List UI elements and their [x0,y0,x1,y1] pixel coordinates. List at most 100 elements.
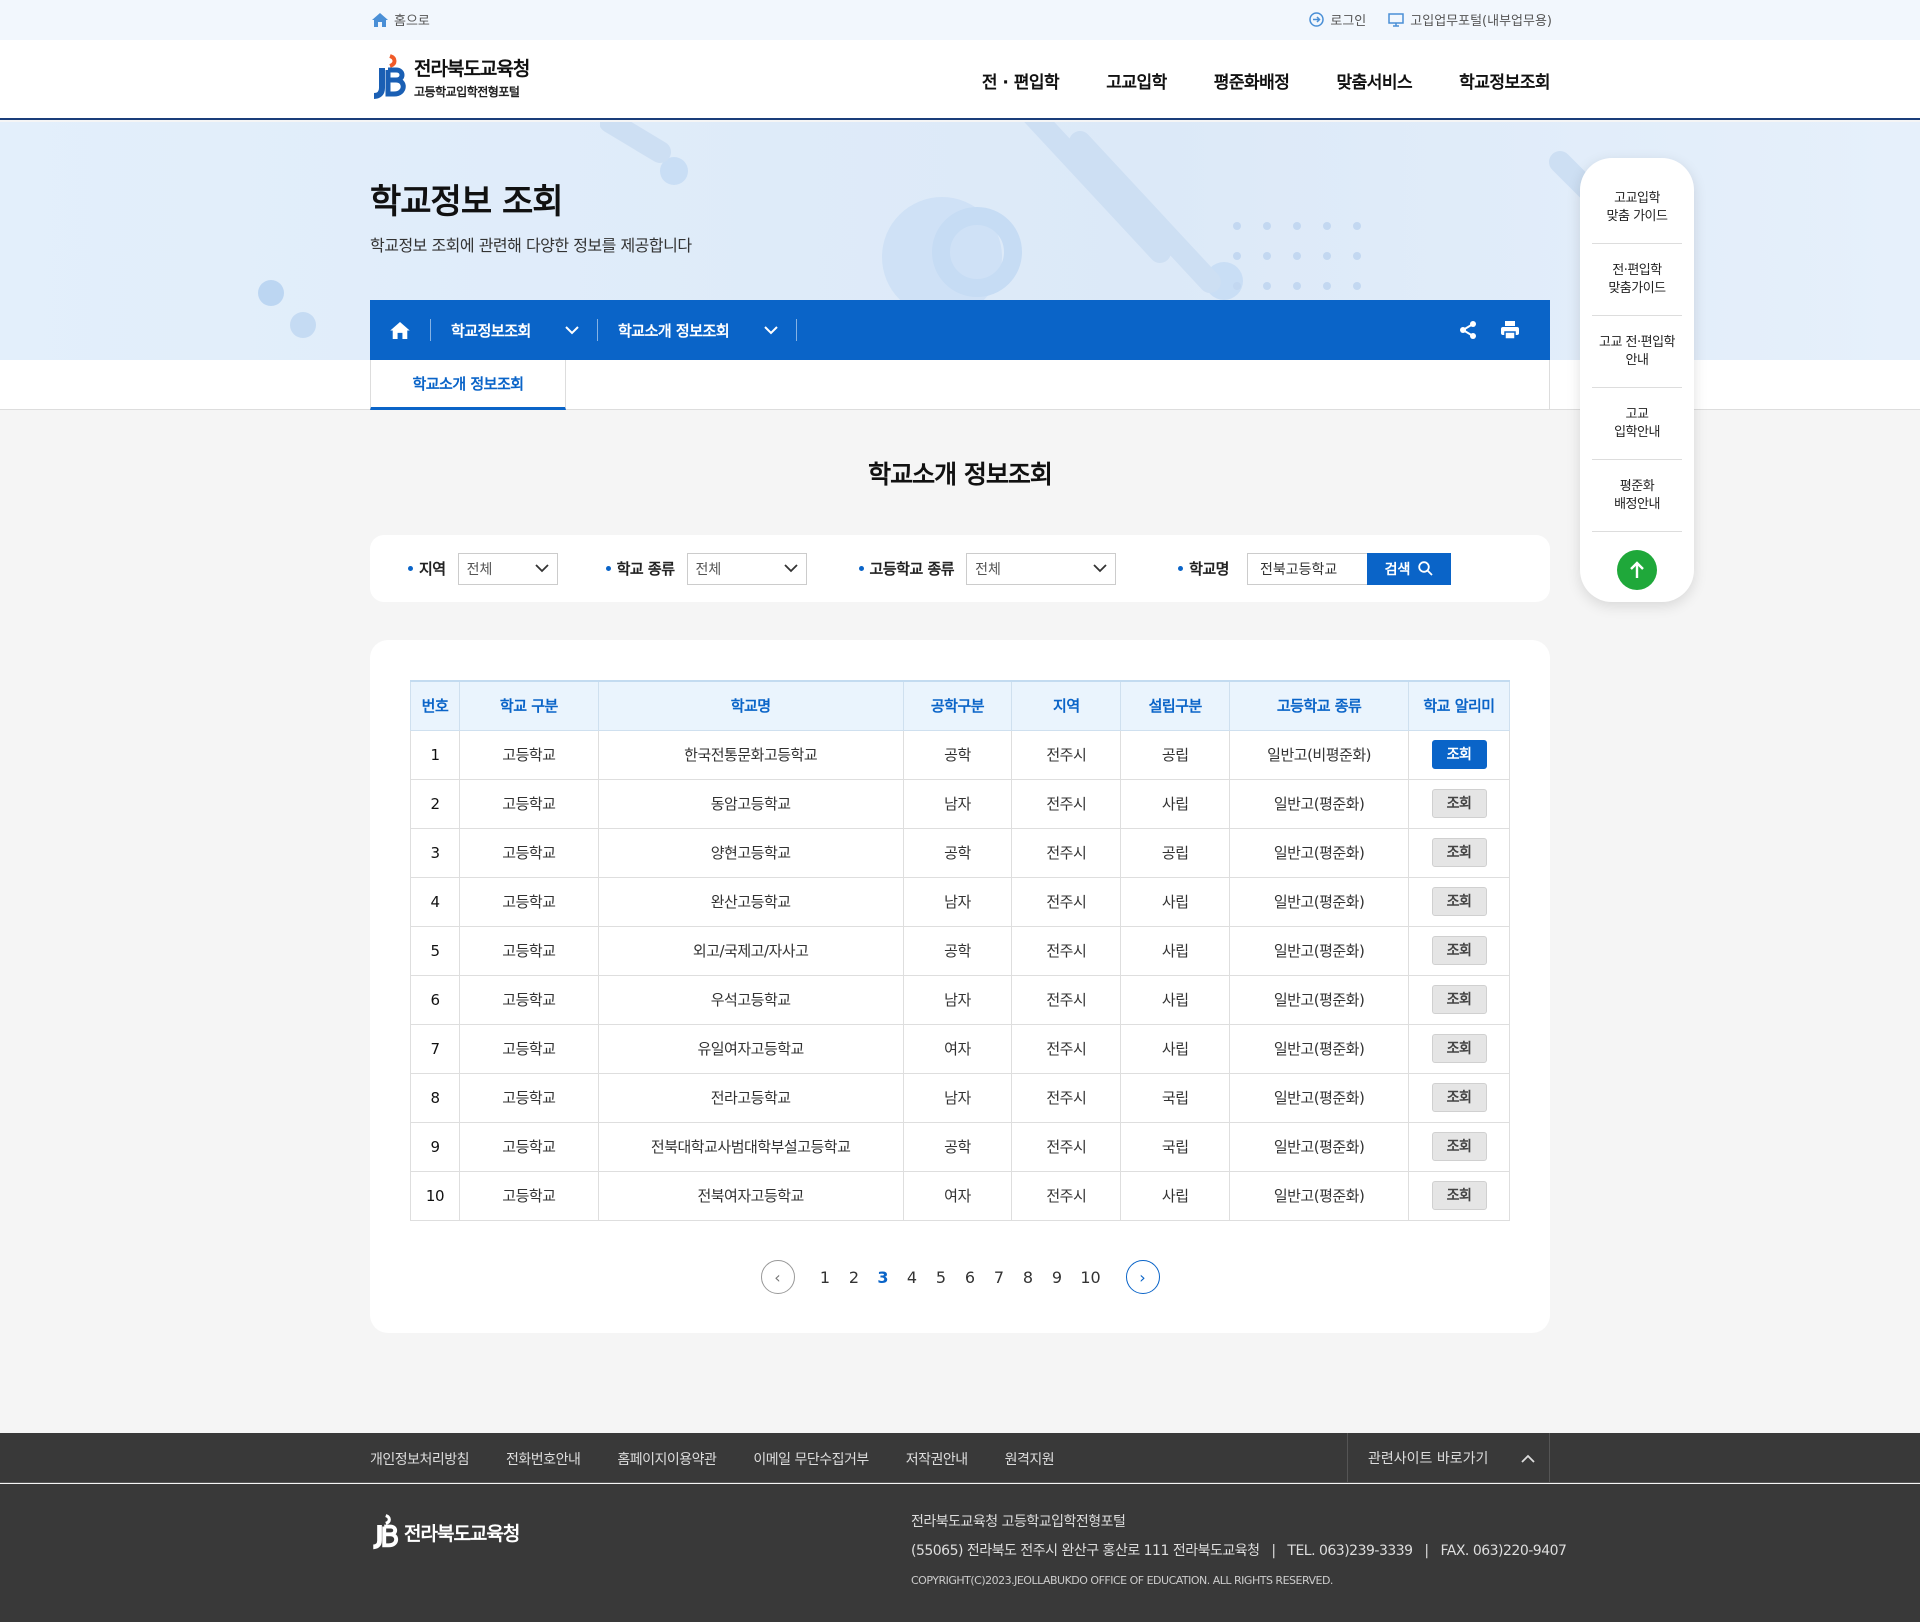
cell-highschool-type: 일반고(평준화) [1229,1072,1409,1123]
quick-admission-info[interactable]: 고교 입학안내 [1592,388,1682,460]
view-button[interactable]: 조회 [1431,740,1487,769]
nav-transfer[interactable]: 전 · 편입학 [982,68,1060,93]
page-5[interactable]: 5 [927,1268,956,1287]
cell-gender: 여자 [902,1170,1013,1221]
portal-link[interactable]: 고입업무포털(내부업무용) [1388,10,1552,29]
page-8[interactable]: 8 [1014,1268,1043,1287]
location-dropdown-2[interactable]: 학교소개 정보조회 [598,320,796,341]
col-gender: 공학구분 [902,680,1013,731]
table-body: 1 고등학교 한국전통문화고등학교 공학 전주시 공립 일반고(비평준화) 조회 2 고등학교 동암… [410,729,1510,1221]
table-row: 10 고등학교 전북여자고등학교 여자 전주시 사립 일반고(평준화) 조회 [410,1170,1510,1221]
school-name-input[interactable]: 전북고등학교 [1246,552,1367,585]
cell-school-category: 고등학교 [458,827,599,878]
location-bar: 학교정보조회 학교소개 정보조회 [370,300,1550,360]
view-button[interactable]: 조회 [1431,1034,1487,1063]
cell-highschool-type: 일반고(평준화) [1229,876,1409,927]
page-10[interactable]: 10 [1072,1268,1110,1287]
col-school-name: 학교명 [597,680,904,731]
footer-link-terms[interactable]: 홈페이지이용약관 [617,1449,717,1469]
nav-equalization[interactable]: 평준화배정 [1214,68,1290,93]
page-9[interactable]: 9 [1043,1268,1072,1287]
footer-link-remote-support[interactable]: 원격지원 [1005,1449,1055,1469]
related-sites-select[interactable]: 관련사이트 바로가기 [1347,1433,1550,1483]
cell-gender: 남자 [902,974,1013,1025]
page-7[interactable]: 7 [985,1268,1014,1287]
search-button[interactable]: 검색 [1366,552,1451,585]
next-page-button[interactable]: › [1125,1260,1160,1294]
view-button[interactable]: 조회 [1431,789,1487,818]
login-icon [1309,12,1325,27]
view-button[interactable]: 조회 [1431,1181,1487,1210]
location-dropdown-1[interactable]: 학교정보조회 [431,320,597,341]
portal-label: 고입업무포털(내부업무용) [1410,14,1552,29]
school-type-select[interactable]: 전체 [686,552,807,585]
header: 전라북도교육청 고등학교입학전형포털 전 · 편입학 고교입학 평준화배정 맞춤… [0,40,1920,120]
location-home-button[interactable] [370,300,430,360]
footer-link-copyright[interactable]: 저작권안내 [906,1449,968,1469]
footer-link-email-refusal[interactable]: 이메일 무단수집거부 [753,1449,869,1469]
view-button[interactable]: 조회 [1431,936,1487,965]
page-4[interactable]: 4 [898,1268,927,1287]
cell-gender: 남자 [902,876,1013,927]
col-highschool-type: 고등학교 종류 [1229,680,1409,731]
share-icon[interactable] [1458,320,1478,340]
highschool-type-select[interactable]: 전체 [966,552,1117,585]
search-form: 지역 전체 학교 종류 전체 고등학교 종류 전체 학교명 전북고등학교 검색 [370,535,1550,602]
nav-highschool-admission[interactable]: 고교입학 [1106,68,1167,93]
cell-school-alimi: 조회 [1408,729,1510,780]
quick-equalization-info[interactable]: 평준화 배정안내 [1592,460,1682,532]
cell-school-name: 동암고등학교 [597,778,904,829]
table-row: 4 고등학교 완산고등학교 남자 전주시 사립 일반고(평준화) 조회 [410,876,1510,927]
region-label: 지역 [408,558,446,579]
scroll-top-button[interactable] [1617,550,1657,590]
cell-region: 전주시 [1011,778,1122,829]
home-link[interactable]: 홈으로 [372,10,430,29]
cell-gender: 공학 [902,729,1013,780]
view-button[interactable]: 조회 [1431,838,1487,867]
cell-region: 전주시 [1011,729,1122,780]
cell-highschool-type: 일반고(평준화) [1229,827,1409,878]
view-button[interactable]: 조회 [1431,985,1487,1014]
chevron-down-icon [534,564,549,573]
chevron-right-icon: › [1139,1267,1146,1287]
quick-transfer-guide[interactable]: 전·편입학 맞춤가이드 [1592,244,1682,316]
cell-gender: 공학 [902,1121,1013,1172]
footer-logo-text: 전라북도교육청 [404,1522,520,1545]
region-select[interactable]: 전체 [457,552,558,585]
cell-school-name: 전북여자고등학교 [597,1170,904,1221]
page-2[interactable]: 2 [840,1268,869,1287]
quick-transfer-info[interactable]: 고교 전·편입학 안내 [1592,316,1682,388]
utility-bar: 홈으로 로그인 고입업무포털(내부업무용) [0,0,1920,40]
quick-admission-guide[interactable]: 고교입학 맞춤 가이드 [1592,172,1682,244]
view-button[interactable]: 조회 [1431,1132,1487,1161]
page-6[interactable]: 6 [956,1268,985,1287]
region-select-value: 전체 [466,561,493,578]
cell-school-name: 완산고등학교 [597,876,904,927]
cell-row-number: 9 [410,1121,460,1172]
nav-custom-service[interactable]: 맞춤서비스 [1336,68,1412,93]
cell-school-alimi: 조회 [1408,1121,1510,1172]
page-1[interactable]: 1 [811,1268,840,1287]
footer-logo: 전라북도교육청 [370,1514,520,1550]
cell-school-name: 전북대학교사범대학부설고등학교 [597,1121,904,1172]
page-3-current[interactable]: 3 [869,1268,898,1287]
jb-logo-icon [373,1514,399,1550]
cell-school-category: 고등학교 [458,1072,599,1123]
table-row: 7 고등학교 유일여자고등학교 여자 전주시 사립 일반고(평준화) 조회 [410,1023,1510,1074]
col-number: 번호 [410,680,460,731]
col-region: 지역 [1011,680,1122,731]
tab-school-intro[interactable]: 학교소개 정보조회 [370,360,566,410]
nav-school-info[interactable]: 학교정보조회 [1459,68,1550,93]
view-button[interactable]: 조회 [1431,1083,1487,1112]
table-row: 9 고등학교 전북대학교사범대학부설고등학교 공학 전주시 국립 일반고(평준화) 조회 [410,1121,1510,1172]
view-button[interactable]: 조회 [1431,887,1487,916]
footer-link-privacy[interactable]: 개인정보처리방침 [370,1449,470,1469]
footer-link-phone[interactable]: 전화번호안내 [506,1449,581,1469]
login-link[interactable]: 로그인 [1309,10,1366,29]
prev-page-button[interactable]: ‹ [760,1260,795,1294]
footer-info: 전라북도교육청 고등학교입학전형포털 (55065) 전라북도 전주시 완산구 … [911,1508,1567,1595]
logo[interactable]: 전라북도교육청 고등학교입학전형포털 [370,54,530,100]
quick-menu: 고교입학 맞춤 가이드 전·편입학 맞춤가이드 고교 전·편입학 안내 고교 입… [1580,158,1694,602]
print-icon[interactable] [1500,320,1520,340]
cell-establishment: 국립 [1120,1121,1231,1172]
